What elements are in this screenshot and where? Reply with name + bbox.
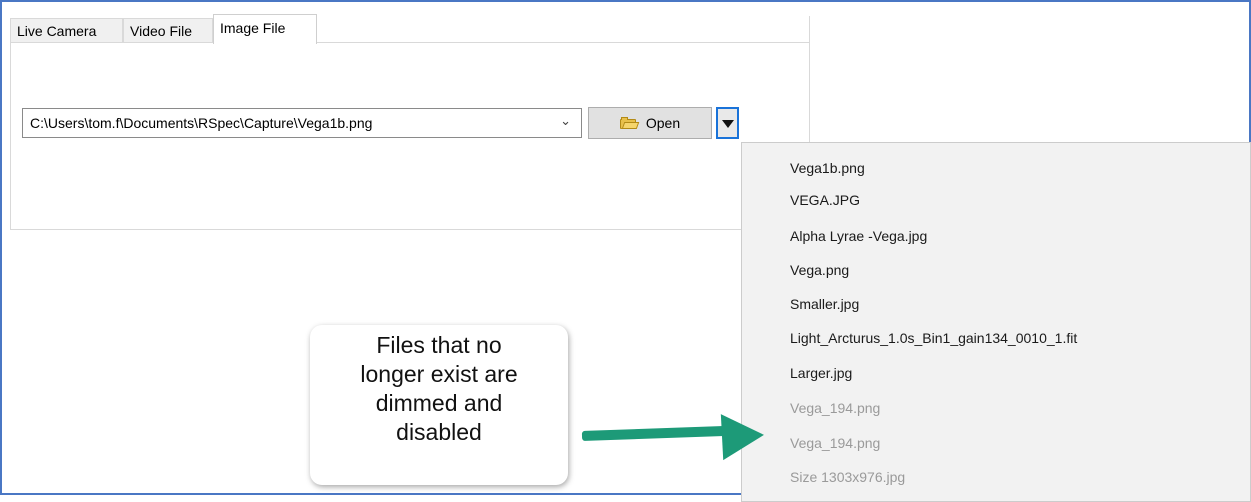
annotation-line: disabled	[396, 419, 482, 445]
annotation-line: Files that no	[376, 332, 502, 358]
recent-file-item[interactable]: Alpha Lyrae -Vega.jpg	[790, 228, 927, 244]
folder-open-icon	[619, 117, 640, 129]
recent-file-item-disabled: Vega_194.png	[790, 400, 881, 416]
open-button[interactable]: Open	[588, 107, 712, 139]
recent-file-item-disabled: Vega_194.png	[790, 435, 881, 451]
annotation-text: Files that no longer exist are dimmed an…	[310, 331, 568, 447]
annotation-arrow-icon	[720, 411, 766, 461]
recent-file-item[interactable]: Vega1b.png	[790, 160, 865, 176]
annotation-line: longer exist are	[360, 361, 518, 387]
recent-file-item[interactable]: VEGA.JPG	[790, 192, 860, 208]
tab-image-file[interactable]: Image File	[213, 14, 317, 44]
recent-files-dropdown-button[interactable]	[716, 107, 739, 139]
image-path-value: C:\Users\tom.f\Documents\RSpec\Capture\V…	[30, 115, 373, 131]
open-button-label: Open	[645, 115, 681, 131]
image-path-combobox[interactable]: C:\Users\tom.f\Documents\RSpec\Capture\V…	[22, 108, 582, 138]
annotation-line: dimmed and	[375, 390, 503, 416]
dropdown-arrow-icon	[722, 120, 734, 128]
tab-video-file[interactable]: Video File	[123, 18, 213, 42]
recent-file-item-disabled: Size 1303x976.jpg	[790, 469, 906, 485]
recent-file-item[interactable]: Vega.png	[790, 262, 849, 278]
chevron-down-icon[interactable]: ⌄	[560, 113, 571, 129]
tab-live-camera[interactable]: Live Camera	[10, 18, 123, 42]
recent-file-item[interactable]: Smaller.jpg	[790, 296, 859, 312]
panel-border-left	[10, 42, 11, 230]
recent-file-item[interactable]: Larger.jpg	[790, 365, 852, 381]
recent-file-item[interactable]: Light_Arcturus_1.0s_Bin1_gain134_0010_1.…	[790, 330, 1077, 346]
recent-files-menu: Vega1b.png VEGA.JPG Alpha Lyrae -Vega.jp…	[741, 142, 1251, 502]
annotation-callout: Files that no longer exist are dimmed an…	[310, 325, 568, 485]
